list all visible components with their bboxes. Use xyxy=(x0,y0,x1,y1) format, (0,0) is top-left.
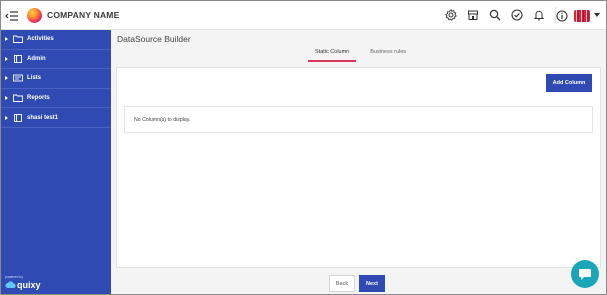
company-name: COMPANY NAME xyxy=(47,10,120,20)
cloud-icon xyxy=(5,281,16,288)
caret-right-icon xyxy=(5,76,8,81)
tab-business-rules[interactable]: Business rules xyxy=(363,46,413,62)
avatar[interactable] xyxy=(574,10,590,22)
main-content: DataSource Builder Static Column Busines… xyxy=(111,30,606,294)
app-window: COMPANY NAME Activities Admin Lists Repo… xyxy=(0,0,607,295)
check-circle-icon[interactable] xyxy=(510,8,524,22)
sidebar-item-label: Lists xyxy=(27,75,42,82)
page-title: DataSource Builder xyxy=(117,34,191,44)
menu-collapse-icon[interactable] xyxy=(5,9,19,21)
sidebar-item-label: shasi test1 xyxy=(27,114,59,121)
quixy-logo: quixy xyxy=(5,280,41,290)
caret-right-icon xyxy=(5,96,8,101)
sidebar-item-reports[interactable]: Reports xyxy=(1,89,111,109)
folder-icon xyxy=(13,94,23,103)
company-logo xyxy=(27,7,42,23)
brand-name: quixy xyxy=(17,280,41,290)
top-header: COMPANY NAME xyxy=(1,1,606,30)
powered-by-label: powered by xyxy=(5,275,24,279)
empty-columns-message: No Column(s) to display. xyxy=(124,106,593,133)
list-card-icon xyxy=(13,74,23,82)
sidebar-item-label: Reports xyxy=(27,95,50,102)
empty-message-text: No Column(s) to display. xyxy=(134,116,191,123)
info-icon[interactable] xyxy=(556,9,568,22)
book-icon xyxy=(13,113,23,122)
sidebar-item-shasi-test1[interactable]: shasi test1 xyxy=(1,108,111,128)
add-column-button[interactable]: Add Column xyxy=(546,74,592,92)
caret-right-icon xyxy=(5,37,8,42)
footer-buttons: Back Next xyxy=(329,275,385,292)
sidebar-item-label: Admin xyxy=(27,55,46,62)
sidebar-item-lists[interactable]: Lists xyxy=(1,69,111,89)
bell-icon[interactable] xyxy=(532,8,546,22)
sidebar: Activities Admin Lists Reports shasi tes… xyxy=(1,30,111,294)
caret-right-icon xyxy=(5,115,8,120)
tab-static-column[interactable]: Static Column xyxy=(308,46,357,62)
sidebar-item-admin[interactable]: Admin xyxy=(1,50,111,70)
caret-right-icon xyxy=(5,56,8,61)
powered-by: powered by quixy xyxy=(5,275,41,290)
header-toolbar xyxy=(444,8,546,22)
tab-bar: Static Column Business rules xyxy=(308,46,413,62)
search-icon[interactable] xyxy=(488,8,502,22)
chevron-down-icon[interactable] xyxy=(594,13,600,17)
sidebar-item-label: Activities xyxy=(27,36,54,43)
settings-icon[interactable] xyxy=(444,8,458,22)
back-button[interactable]: Back xyxy=(329,275,355,292)
columns-card: Add Column No Column(s) to display. xyxy=(116,67,601,268)
book-icon xyxy=(13,54,23,63)
sidebar-item-activities[interactable]: Activities xyxy=(1,30,111,50)
chat-icon[interactable] xyxy=(571,260,599,288)
folder-icon xyxy=(13,35,23,44)
next-button[interactable]: Next xyxy=(359,275,385,292)
store-icon[interactable] xyxy=(466,8,480,22)
